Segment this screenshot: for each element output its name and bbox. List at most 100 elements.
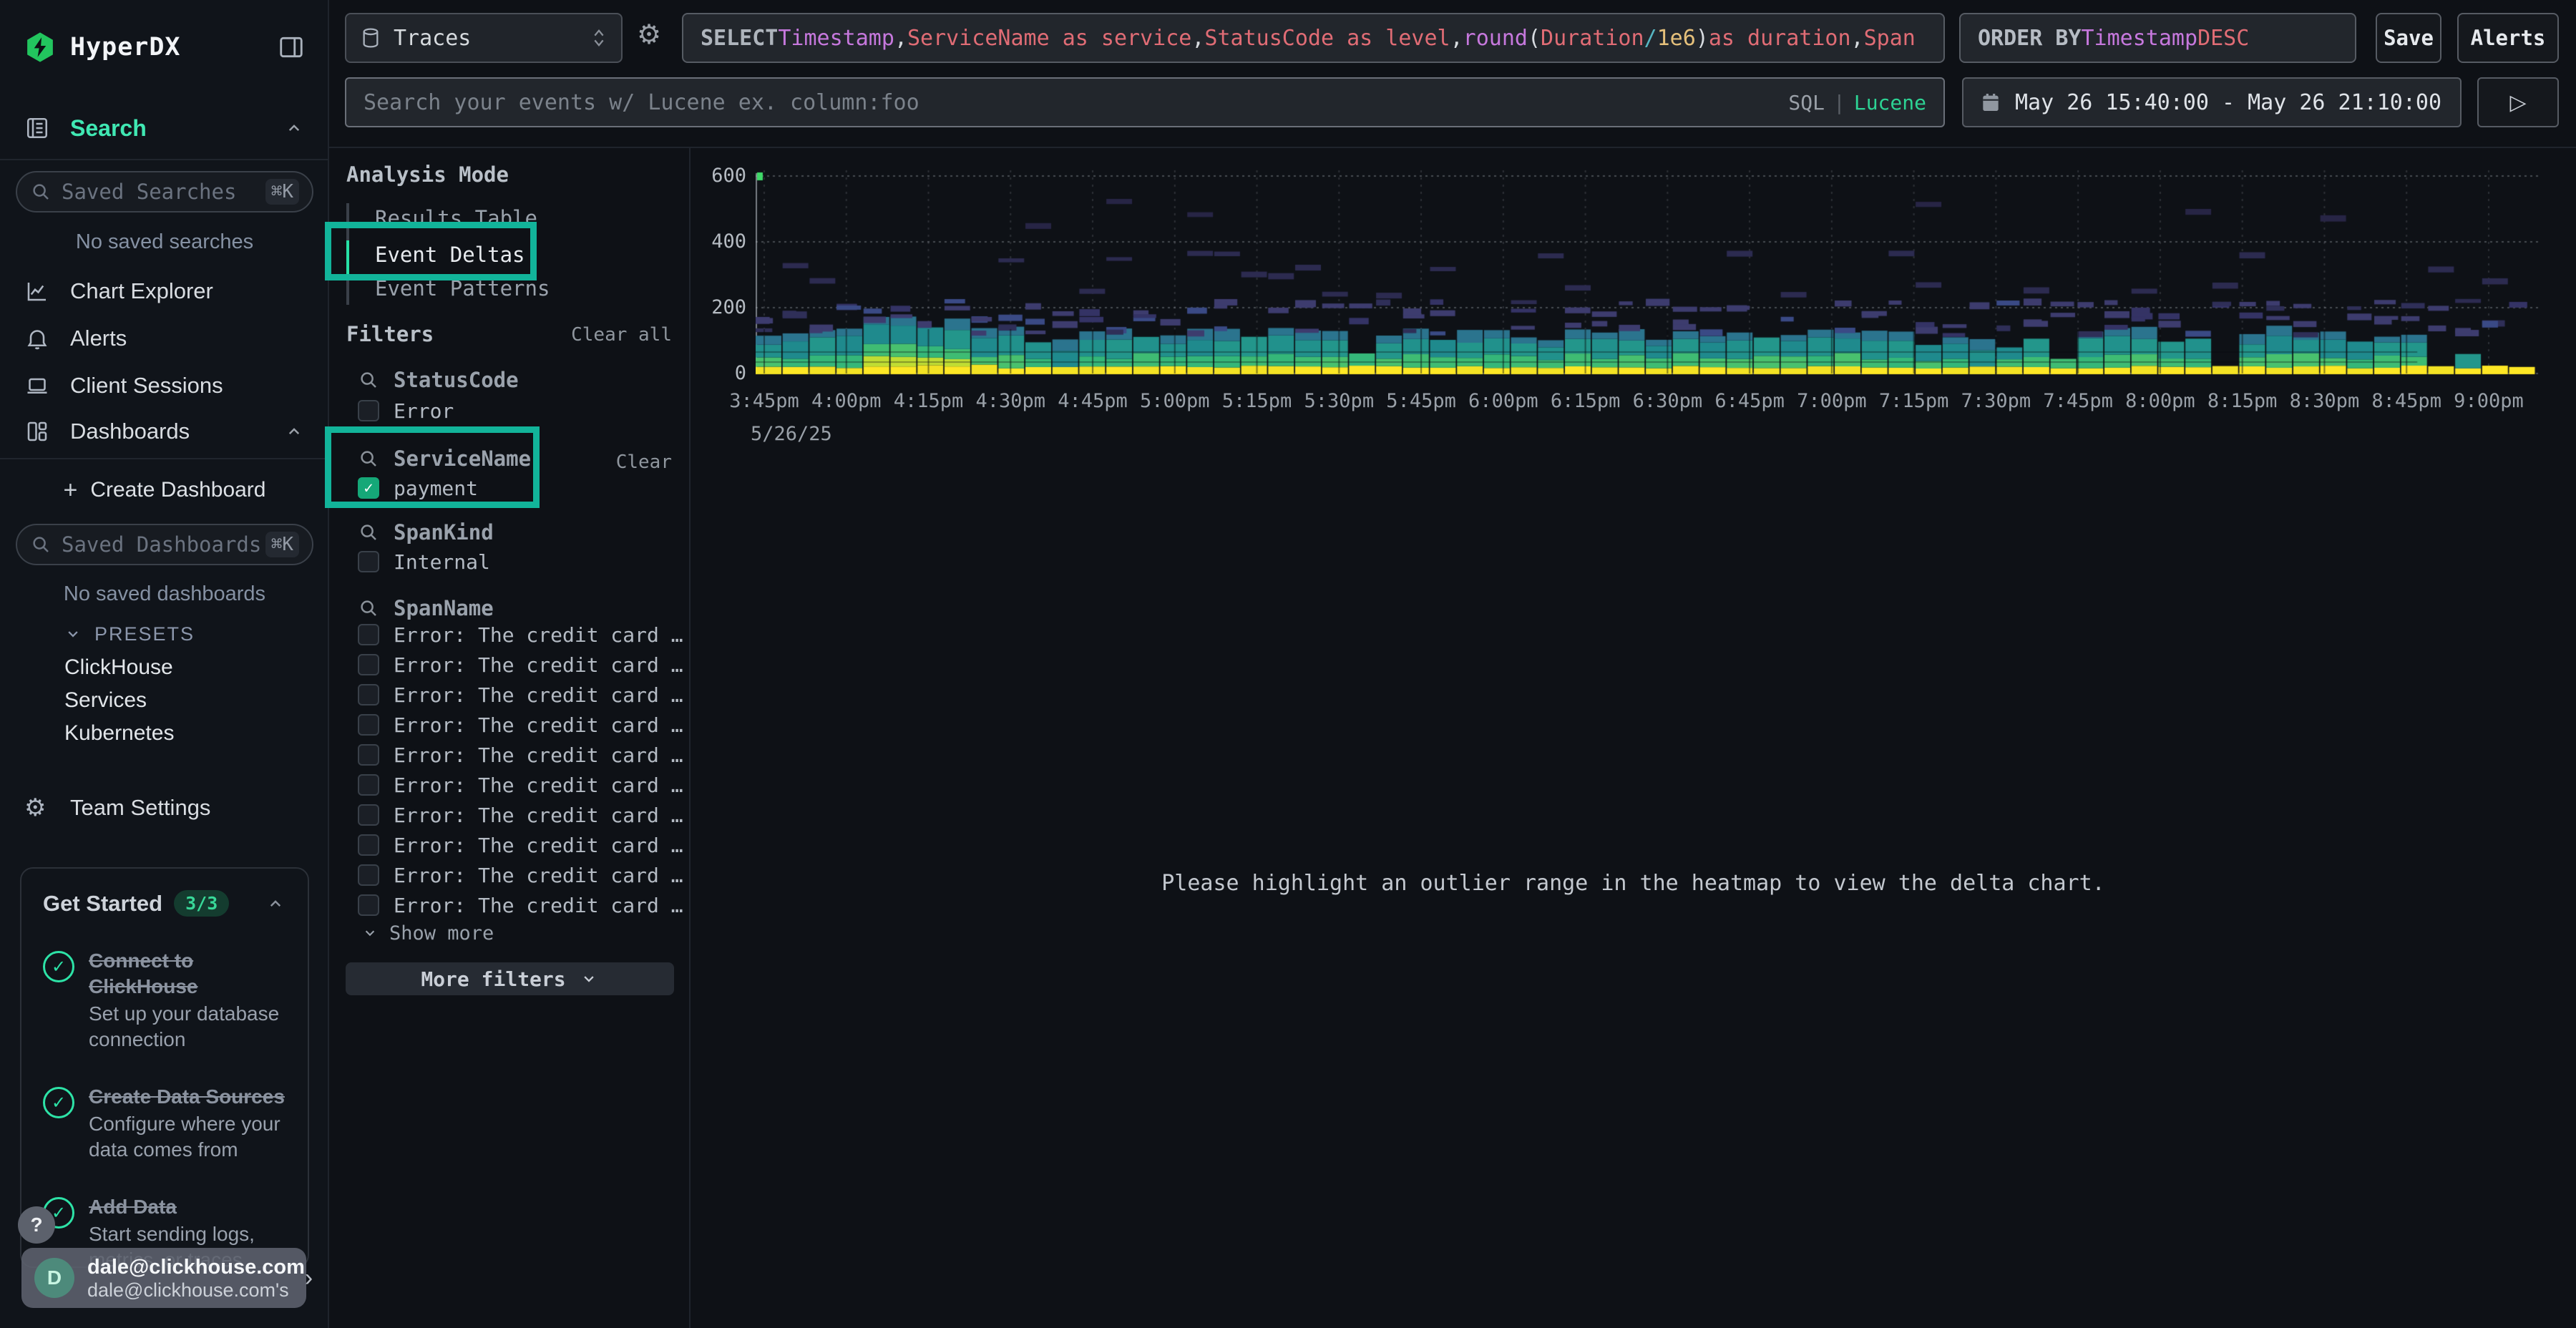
chevron-up-icon[interactable]	[283, 421, 305, 442]
user-menu[interactable]: D dale@clickhouse.com dale@clickhouse.co…	[21, 1248, 306, 1308]
run-query-button[interactable]: ▷	[2477, 77, 2559, 127]
filter-group-name: ServiceName	[394, 446, 531, 471]
sidebar-item-dashboards[interactable]: Dashboards	[0, 409, 329, 454]
sidebar-item-label: Dashboards	[70, 419, 190, 444]
help-button[interactable]: ?	[18, 1206, 55, 1244]
divider	[0, 458, 329, 459]
get-started-card: Get Started 3/3 ✓Connect to ClickHouseSe…	[20, 867, 309, 1268]
checkbox-unchecked[interactable]	[358, 864, 379, 886]
chevron-up-icon[interactable]	[283, 117, 305, 139]
filter-option[interactable]: Error: The credit card …	[358, 889, 683, 921]
checkbox-unchecked[interactable]	[358, 654, 379, 675]
select-chevrons-icon	[590, 26, 608, 50]
search-icon[interactable]	[358, 522, 379, 543]
sidebar-item-clickhouse[interactable]: ClickHouse	[0, 651, 329, 684]
clear-all-link[interactable]: Clear all	[571, 324, 672, 346]
filter-option[interactable]: Error: The credit card …	[358, 829, 683, 861]
sidebar: HyperDX Search Save	[0, 0, 329, 1328]
filter-option[interactable]: Internal	[358, 546, 490, 577]
search-icon[interactable]	[358, 369, 379, 391]
mode-results-table[interactable]: Results Table	[375, 202, 537, 235]
checkbox-unchecked[interactable]	[358, 624, 379, 645]
topbar: Traces ⚙ SELECT Timestamp, ServiceName a…	[329, 0, 2576, 148]
sidebar-item-chart-explorer[interactable]: Chart Explorer	[0, 269, 329, 313]
show-more-link[interactable]: Show more	[361, 917, 494, 949]
checkbox-unchecked[interactable]	[358, 774, 379, 796]
sidebar-item-label: Search	[70, 115, 147, 142]
saved-dashboards-input[interactable]: Saved Dashboards ⌘K	[16, 524, 313, 565]
more-filters-button[interactable]: More filters	[346, 962, 674, 995]
language-sql-option[interactable]: SQL	[1788, 91, 1825, 114]
sidebar-item-client-sessions[interactable]: Client Sessions	[0, 363, 329, 408]
x-tick-label: 5:00pm	[1140, 390, 1210, 412]
filter-option[interactable]: Error: The credit card …	[358, 649, 683, 680]
checkbox-unchecked[interactable]	[358, 804, 379, 826]
laptop-icon	[24, 373, 52, 399]
filter-option-label: payment	[394, 477, 478, 500]
sidebar-item-team-settings[interactable]: ⚙ Team Settings	[0, 786, 329, 830]
dashboard-grid-icon	[24, 419, 52, 444]
get-started-item[interactable]: ✓Connect to ClickHouseSet up your databa…	[43, 948, 286, 1053]
checkbox-unchecked[interactable]	[358, 400, 379, 421]
filter-option[interactable]: Error: The credit card …	[358, 679, 683, 711]
y-tick-label: 400	[691, 230, 746, 253]
source-select[interactable]: Traces	[345, 13, 623, 63]
x-tick-label: 6:15pm	[1551, 390, 1621, 412]
mode-event-patterns[interactable]: Event Patterns	[375, 272, 550, 305]
checkbox-unchecked[interactable]	[358, 714, 379, 736]
source-select-value: Traces	[394, 26, 471, 51]
search-icon	[30, 181, 52, 202]
filter-option-label: Error: The credit card …	[394, 773, 683, 797]
x-tick-label: 8:45pm	[2371, 390, 2441, 412]
show-more-label: Show more	[389, 922, 494, 944]
filter-option[interactable]: Error: The credit card …	[358, 619, 683, 650]
filter-option[interactable]: Error: The credit card …	[358, 709, 683, 741]
order-by-input[interactable]: ORDER BY Timestamp DESC	[1959, 13, 2356, 63]
chevron-up-icon[interactable]	[265, 893, 286, 914]
alerts-button[interactable]: Alerts	[2457, 13, 2559, 63]
checkbox-unchecked[interactable]	[358, 894, 379, 916]
language-lucene-option[interactable]: Lucene	[1854, 91, 1926, 114]
sidebar-item-kubernetes[interactable]: Kubernetes	[0, 717, 329, 750]
sidebar-item-alerts[interactable]: Alerts	[0, 316, 329, 361]
checkbox-unchecked[interactable]	[358, 744, 379, 766]
create-dashboard-button[interactable]: + Create Dashboard	[0, 472, 329, 508]
get-started-item[interactable]: ✓Create Data SourcesConfigure where your…	[43, 1084, 286, 1163]
checkbox-unchecked[interactable]	[358, 834, 379, 856]
date-range-picker[interactable]: May 26 15:40:00 - May 26 21:10:00	[1962, 77, 2462, 127]
search-icon[interactable]	[358, 448, 379, 469]
search-icon[interactable]	[358, 597, 379, 619]
filter-option[interactable]: ✓ payment	[358, 472, 478, 504]
filter-option[interactable]: Error: The credit card …	[358, 769, 683, 801]
x-tick-label: 5:30pm	[1304, 390, 1375, 412]
filter-option[interactable]: Error: The credit card …	[358, 739, 683, 771]
clear-servicename-link[interactable]: Clear	[616, 451, 672, 473]
gear-icon[interactable]: ⚙	[637, 19, 661, 51]
search-input[interactable]: Search your events w/ Lucene ex. column:…	[345, 77, 1945, 127]
mode-event-deltas[interactable]: Event Deltas	[375, 238, 525, 271]
query-token: round	[1463, 26, 1528, 51]
sidebar-item-services[interactable]: Services	[0, 684, 329, 717]
filter-option[interactable]: Error: The credit card …	[358, 859, 683, 891]
y-tick-label: 0	[691, 362, 746, 384]
checkbox-unchecked[interactable]	[358, 684, 379, 706]
collapse-sidebar-icon[interactable]	[278, 34, 305, 61]
filter-option[interactable]: Error: The credit card …	[358, 799, 683, 831]
user-email: dale@clickhouse.com	[87, 1255, 305, 1279]
checkbox-checked[interactable]: ✓	[358, 477, 379, 499]
get-started-item-description: Configure where your data comes from	[89, 1111, 286, 1163]
presets-toggle[interactable]: PRESETS	[0, 618, 329, 650]
more-filters-label: More filters	[421, 967, 565, 991]
y-tick-label: 200	[691, 296, 746, 318]
hyperdx-app: HyperDX Search Save	[0, 0, 2576, 1328]
duration-heatmap[interactable]	[756, 165, 2539, 376]
get-started-progress-badge: 3/3	[174, 890, 229, 917]
save-button[interactable]: Save	[2376, 13, 2441, 63]
sidebar-item-label: Client Sessions	[70, 373, 223, 399]
no-saved-searches-text: No saved searches	[0, 230, 329, 254]
checkbox-unchecked[interactable]	[358, 551, 379, 572]
saved-searches-input[interactable]: Saved Searches ⌘K	[16, 171, 313, 213]
sidebar-item-search[interactable]: Search	[0, 106, 329, 150]
filter-option[interactable]: Error	[358, 395, 454, 426]
sql-query-input[interactable]: SELECT Timestamp, ServiceName as service…	[682, 13, 1945, 63]
